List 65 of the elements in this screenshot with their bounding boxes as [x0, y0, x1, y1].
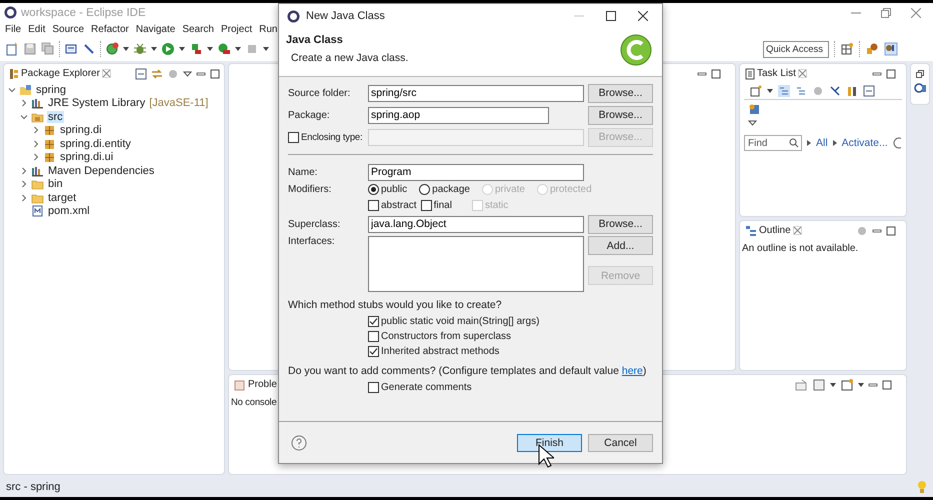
tree-item[interactable]: bin — [47, 178, 64, 190]
checkbox-label: public static void main(String[] args) — [381, 316, 540, 327]
tree-item[interactable]: src — [47, 110, 64, 122]
tree-item[interactable]: spring.di.ui — [59, 151, 114, 163]
panel-tab[interactable]: Outline — [759, 225, 791, 236]
link[interactable]: Activate... — [842, 137, 888, 149]
dialog-description: Create a new Java class. — [290, 52, 410, 64]
find-field[interactable]: Find — [744, 135, 802, 151]
radio-label: package — [432, 184, 470, 195]
checkbox-label: final — [434, 200, 452, 210]
add-button[interactable]: Add... — [588, 236, 653, 255]
tree-item[interactable]: JRE System Library — [47, 97, 146, 109]
configure-link[interactable]: here — [622, 365, 643, 377]
tree-item[interactable]: Maven Dependencies — [47, 164, 156, 176]
panel-tab[interactable]: Proble — [248, 379, 277, 390]
menu-item[interactable]: Run — [259, 24, 278, 35]
checkbox-label: Constructors from superclass — [381, 331, 512, 342]
stubs-question: Which method stubs would you like to create? — [288, 299, 503, 313]
checkbox-label: Enclosing type: — [301, 132, 362, 142]
status-text: src - spring — [6, 481, 60, 493]
radio-label: protected — [550, 184, 592, 195]
link[interactable]: All — [816, 137, 828, 149]
checkbox-label: Generate comments — [381, 382, 472, 393]
tree-item[interactable]: spring.di.entity — [59, 138, 132, 150]
browse-button[interactable]: Browse... — [588, 84, 653, 102]
field-label: Superclass: — [288, 218, 342, 230]
finish-button[interactable]: Finish — [517, 434, 582, 452]
menu-item[interactable]: Source — [52, 24, 84, 35]
tree-item[interactable]: pom.xml — [47, 205, 91, 217]
checkbox-label: static — [484, 200, 508, 210]
menu-item[interactable]: File — [5, 24, 22, 35]
field-label: Modifiers: — [288, 184, 332, 195]
menu-item[interactable]: Search — [182, 24, 214, 35]
field-label: Name: — [288, 166, 318, 178]
checkbox-label: Inherited abstract methods — [381, 346, 500, 357]
tree-item[interactable]: spring.di — [59, 124, 103, 136]
dialog-title: New Java Class — [306, 10, 385, 22]
console-message: No console — [230, 396, 278, 410]
menu-item[interactable]: Edit — [28, 24, 46, 35]
superclass-field[interactable]: java.lang.Object — [368, 216, 584, 232]
radio-label: private — [494, 184, 525, 195]
package-field[interactable]: spring.aop — [368, 106, 549, 124]
menu-item[interactable]: Project — [221, 24, 252, 35]
window-title: workspace - Eclipse IDE — [21, 6, 146, 18]
panel-tab[interactable]: Package Explorer — [21, 68, 100, 79]
tree-item-detail: [JavaSE-11] — [149, 97, 208, 109]
tree-item[interactable]: target — [47, 192, 78, 204]
field-label: Interfaces: — [288, 236, 336, 247]
quick-access-field[interactable]: Quick Access — [763, 40, 829, 58]
tree-item[interactable]: spring — [35, 84, 67, 96]
dialog-heading: Java Class — [286, 34, 344, 46]
name-field[interactable]: Program — [368, 164, 584, 180]
field-label: Source folder: — [288, 88, 352, 98]
outline-message: An outline is not available. — [741, 242, 860, 256]
menu-item[interactable]: Navigate — [136, 24, 176, 35]
checkbox-label: abstract — [381, 200, 417, 210]
panel-tab[interactable]: Task List — [757, 68, 796, 79]
menu-item[interactable]: Refactor — [91, 24, 129, 35]
browse-button[interactable]: Browse... — [588, 106, 653, 124]
comments-question: Do you want to add comments? (Configure templates and default value here) — [288, 365, 648, 379]
field-label: Package: — [288, 110, 331, 120]
radio-label: public — [381, 184, 408, 195]
cancel-button[interactable]: Cancel — [588, 434, 653, 452]
browse-button[interactable]: Browse... — [588, 214, 653, 234]
source-folder-field[interactable]: spring/src — [368, 84, 584, 102]
